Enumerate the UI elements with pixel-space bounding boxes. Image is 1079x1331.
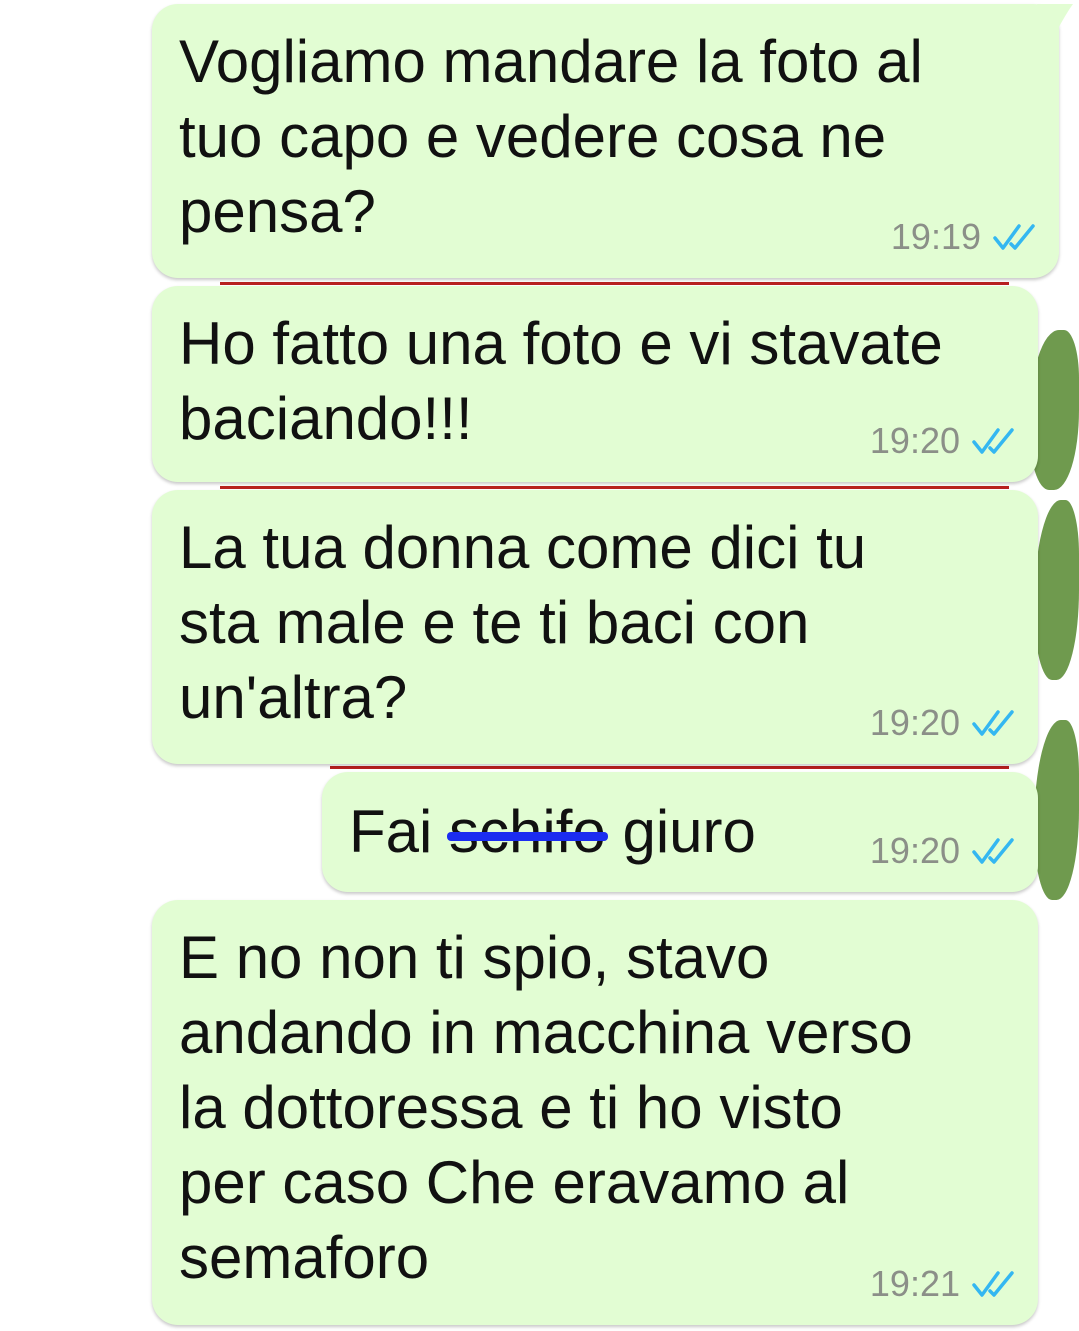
- message-bubble[interactable]: Vogliamo mandare la foto al tuo capo e v…: [152, 4, 1073, 278]
- message-time: 19:19: [890, 216, 981, 257]
- message-meta: 19:19: [891, 216, 1037, 258]
- background-decoration: [330, 766, 1009, 769]
- message-text-before: Fai: [349, 798, 433, 865]
- message-time: 19:20: [869, 830, 960, 871]
- message-text: La tua donna come dici tu sta male e te …: [179, 514, 867, 731]
- message-bubble[interactable]: Fai schifo giuro 19:20: [322, 772, 1038, 892]
- message-text: Vogliamo mandare la foto al tuo capo e v…: [179, 28, 923, 245]
- struck-word: schifo: [447, 794, 608, 869]
- message-text: Fai schifo giuro: [349, 794, 756, 869]
- message-time: 19:21: [869, 1263, 960, 1304]
- message-meta: 19:20: [870, 420, 1016, 462]
- background-decoration: [220, 486, 1009, 489]
- bubble-tail: [1037, 4, 1073, 34]
- message-meta: 19:21: [870, 1263, 1016, 1305]
- message-time: 19:20: [869, 702, 960, 743]
- background-decoration: [1034, 720, 1079, 900]
- message-text: E no non ti spio, stavo andando in macch…: [179, 924, 913, 1291]
- message-bubble[interactable]: E no non ti spio, stavo andando in macch…: [152, 900, 1038, 1325]
- message-meta: 19:20: [870, 830, 1016, 872]
- message-meta: 19:20: [870, 702, 1016, 744]
- message-time: 19:20: [869, 420, 960, 461]
- message-bubble[interactable]: La tua donna come dici tu sta male e te …: [152, 490, 1038, 764]
- double-check-read-icon: [972, 428, 1014, 454]
- background-decoration: [1034, 500, 1079, 680]
- double-check-read-icon: [972, 710, 1014, 736]
- message-text: Ho fatto una foto e vi stavate baciando!…: [179, 310, 943, 452]
- double-check-read-icon: [993, 224, 1035, 250]
- double-check-read-icon: [972, 1271, 1014, 1297]
- message-bubble[interactable]: Ho fatto una foto e vi stavate baciando!…: [152, 286, 1038, 482]
- double-check-read-icon: [972, 838, 1014, 864]
- background-decoration: [220, 282, 1009, 285]
- message-text-after: giuro: [622, 798, 756, 865]
